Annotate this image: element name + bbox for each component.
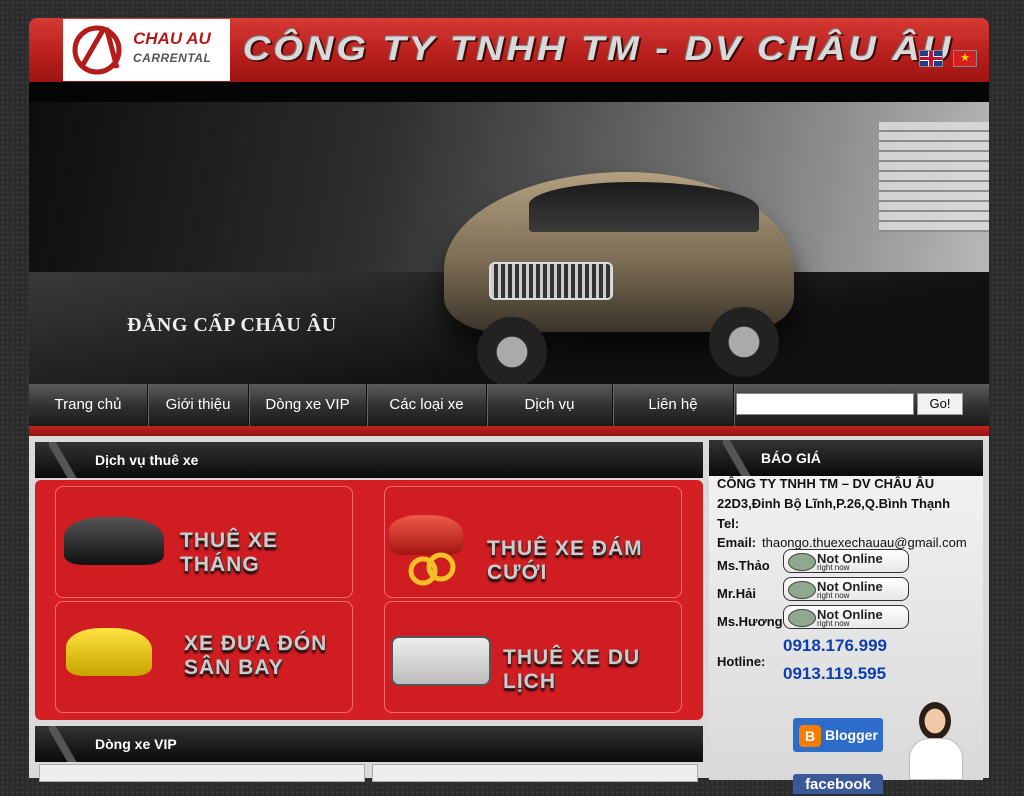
blogger-label: Blogger	[825, 727, 878, 743]
black-car-image	[64, 517, 164, 565]
vip-card[interactable]	[372, 764, 698, 782]
operator-head	[919, 702, 951, 740]
vn-flag-icon[interactable]: ★	[953, 50, 977, 67]
sidebar-email[interactable]: thaongo.thuexechauau@gmail.com	[762, 535, 967, 550]
search-input[interactable]	[736, 393, 914, 415]
service-title-wedding: THUÊ XE ĐÁM CƯỚI	[487, 537, 643, 584]
operator-body	[909, 738, 963, 780]
sidebar-title: BÁO GIÁ	[761, 450, 821, 466]
service-card-tour[interactable]: THUÊ XE DU LỊCH	[384, 601, 682, 713]
chat-bubble-icon	[788, 553, 816, 571]
chevron-right-icon	[49, 726, 89, 762]
sidebar-company: CÔNG TY TNHH TM – DV CHÂU ÂU	[717, 476, 935, 491]
banner-photo	[29, 102, 989, 384]
en-flag-icon[interactable]	[919, 50, 943, 67]
hotline-label: Hotline:	[717, 654, 766, 669]
chat-bubble-icon	[788, 581, 816, 599]
vip-card[interactable]	[39, 764, 365, 782]
chat-status-sub: right now	[817, 563, 850, 572]
main-nav: Trang chủ Giới thiệu Dòng xe VIP Các loạ…	[29, 384, 989, 426]
chat-status-button[interactable]: Not Online right now	[783, 577, 909, 601]
contact-name: Mr.Hải	[717, 586, 757, 601]
blogger-icon: B	[799, 725, 821, 748]
vip-title: Dòng xe VIP	[95, 736, 177, 752]
site-logo[interactable]: CHAU AU CARRENTAL	[63, 19, 230, 81]
chat-bubble-icon	[788, 609, 816, 627]
background-building	[879, 122, 989, 232]
nav-item-about[interactable]: Giới thiệu	[148, 384, 249, 426]
nav-item-vip-cars[interactable]: Dòng xe VIP	[249, 384, 367, 426]
facebook-button[interactable]: facebook	[793, 774, 883, 794]
services-title: Dịch vụ thuê xe	[95, 452, 199, 468]
sidebar-header: BÁO GIÁ	[709, 440, 983, 476]
nav-item-car-types[interactable]: Các loại xe	[367, 384, 487, 426]
yellow-car-image	[66, 628, 152, 676]
car-wheel	[709, 307, 779, 377]
car-window	[529, 182, 759, 232]
price-sidebar: CÔNG TY TNHH TM – DV CHÂU ÂU 22D3,Đinh B…	[709, 440, 983, 794]
blogger-button[interactable]: B Blogger	[793, 718, 883, 752]
services-panel: THUÊ XE THÁNG THUÊ XE ĐÁM CƯỚI XE ĐƯA ĐÓ…	[35, 480, 703, 720]
chat-status-sub: right now	[817, 619, 850, 628]
vip-header: Dòng xe VIP	[35, 726, 703, 762]
services-header: Dịch vụ thuê xe	[35, 442, 703, 478]
contact-name: Ms.Thảo	[717, 558, 770, 573]
logo-main-text: CHAU AU	[133, 29, 211, 48]
chat-status-button[interactable]: Not Online right now	[783, 605, 909, 629]
service-title-monthly: THUÊ XE THÁNG	[180, 529, 279, 576]
nav-bottom-strip	[29, 426, 989, 436]
site-header: CHAU AU CARRENTAL CÔNG TY TNHH TM - DV C…	[29, 18, 989, 82]
service-card-wedding[interactable]: THUÊ XE ĐÁM CƯỚI	[384, 486, 682, 598]
chat-status-sub: right now	[817, 591, 850, 600]
contact-name: Ms.Hương	[717, 614, 783, 629]
logo-mark-icon	[72, 25, 122, 75]
search-go-button[interactable]: Go!	[917, 393, 963, 415]
service-card-monthly[interactable]: THUÊ XE THÁNG	[55, 486, 353, 598]
nav-item-services[interactable]: Dịch vụ	[487, 384, 613, 426]
sidebar-tel-label: Tel:	[717, 516, 740, 531]
nav-item-contact[interactable]: Liên hệ	[613, 384, 734, 426]
support-operator-image	[907, 702, 963, 780]
service-title-airport: XE ĐƯA ĐÓN SÂN BAY	[184, 632, 328, 679]
bus-image	[391, 636, 491, 686]
car-grille	[489, 262, 613, 300]
nav-item-home[interactable]: Trang chủ	[29, 384, 148, 426]
sidebar-address: 22D3,Đinh Bộ Lĩnh,P.26,Q.Bình Thạnh	[717, 496, 951, 511]
chevron-right-icon	[49, 442, 89, 478]
sidebar-email-label: Email:	[717, 535, 757, 550]
hotline-number[interactable]: 0913.119.595	[783, 664, 886, 684]
page-frame: CHAU AU CARRENTAL CÔNG TY TNHH TM - DV C…	[29, 18, 989, 794]
logo-sub-text: CARRENTAL	[133, 51, 212, 65]
company-name: CÔNG TY TNHH TM - DV CHÂU ÂU	[243, 30, 954, 68]
banner-slogan: ĐẲNG CẤP CHÂU ÂU	[127, 314, 337, 336]
wedding-rings-icon	[408, 552, 456, 586]
service-card-airport[interactable]: XE ĐƯA ĐÓN SÂN BAY	[55, 601, 353, 713]
service-title-tour: THUÊ XE DU LỊCH	[503, 646, 641, 693]
chat-status-button[interactable]: Not Online right now	[783, 549, 909, 573]
hero-banner: ĐẲNG CẤP CHÂU ÂU	[29, 82, 989, 384]
chevron-right-icon	[723, 440, 763, 476]
car-wheel	[477, 317, 547, 384]
hotline-number[interactable]: 0918.176.999	[783, 636, 887, 656]
